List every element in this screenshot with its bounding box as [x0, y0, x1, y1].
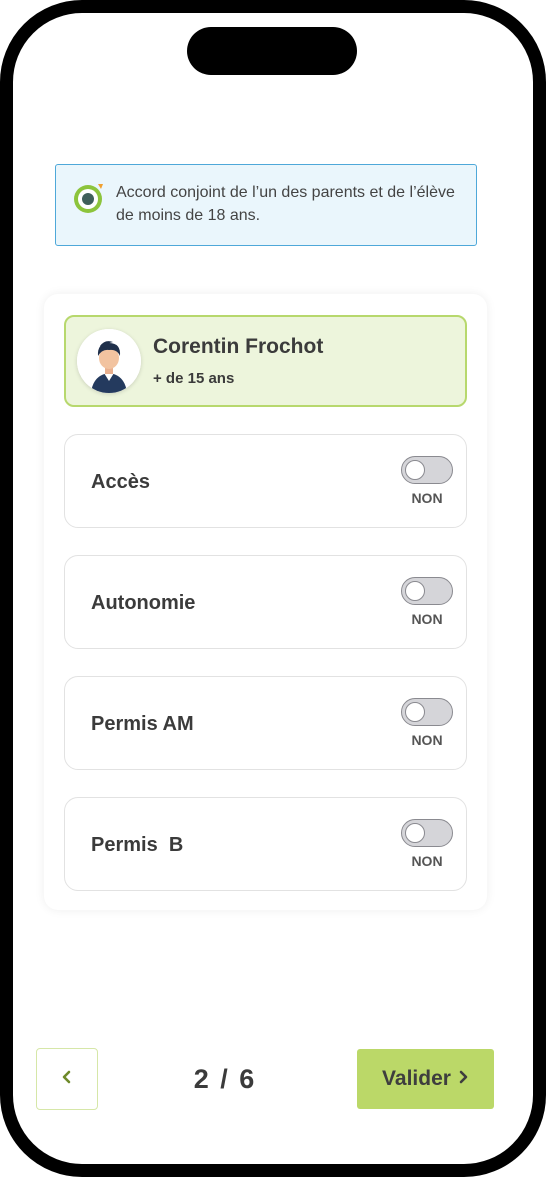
- validate-button[interactable]: Valider: [357, 1049, 494, 1109]
- permission-toggle[interactable]: [401, 577, 453, 605]
- validate-label: Valider: [382, 1067, 451, 1090]
- permission-row-acces: Accès NON: [64, 434, 467, 528]
- chevron-right-icon: [457, 1069, 469, 1090]
- permissions-card: Corentin Frochot + de 15 ans Accès NON A…: [44, 294, 487, 910]
- permission-toggle[interactable]: [401, 698, 453, 726]
- info-text: Accord conjoint de l’un des parents et d…: [116, 184, 455, 224]
- previous-button[interactable]: [36, 1048, 98, 1110]
- avatar: [77, 329, 141, 393]
- toggle-state: NON: [411, 490, 443, 506]
- user-card: Corentin Frochot + de 15 ans: [64, 315, 467, 407]
- chevron-left-icon: [60, 1069, 74, 1090]
- permission-label: Accès: [91, 471, 150, 493]
- toggle-state: NON: [411, 611, 443, 627]
- toggle-state: NON: [411, 732, 443, 748]
- permission-label: Autonomie: [91, 592, 196, 614]
- toggle-state: NON: [411, 853, 443, 869]
- permission-toggle[interactable]: [401, 456, 453, 484]
- toggle-knob: [405, 702, 425, 722]
- phone-frame: Accord conjoint de l’un des parents et d…: [0, 0, 546, 1177]
- permission-label: Permis B: [91, 834, 184, 856]
- toggle-knob: [405, 460, 425, 480]
- user-age: + de 15 ans: [153, 370, 235, 387]
- toggle-knob: [405, 823, 425, 843]
- user-name: Corentin Frochot: [153, 335, 324, 358]
- info-banner: Accord conjoint de l’un des parents et d…: [55, 164, 477, 246]
- permission-label: Permis AM: [91, 713, 194, 735]
- permission-row-autonomie: Autonomie NON: [64, 555, 467, 649]
- person-avatar-icon: [77, 329, 141, 393]
- permission-row-permis-b: Permis B NON: [64, 797, 467, 891]
- toggle-knob: [405, 581, 425, 601]
- target-icon: [72, 181, 106, 215]
- permission-toggle[interactable]: [401, 819, 453, 847]
- page-indicator: 2 / 6: [193, 1064, 257, 1094]
- phone-notch: [187, 27, 357, 75]
- permission-row-permis-am: Permis AM NON: [64, 676, 467, 770]
